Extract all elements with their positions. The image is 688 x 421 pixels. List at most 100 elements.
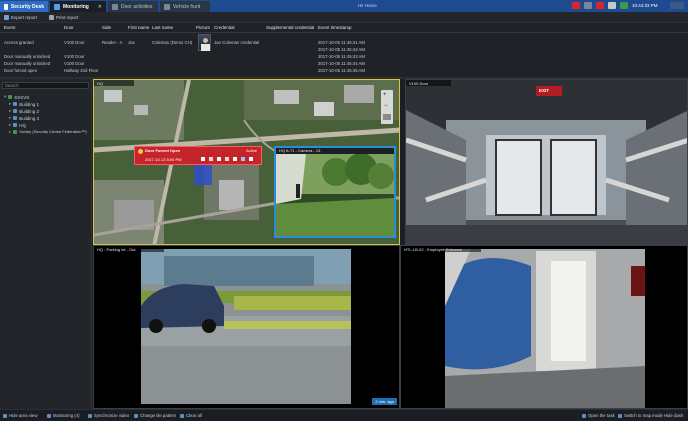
- building-icon: [13, 109, 18, 113]
- col-supplemental[interactable]: Supplemental credential: [266, 25, 314, 30]
- map-icon: [618, 413, 622, 418]
- col-picture[interactable]: Picture: [196, 25, 210, 30]
- title-bar: Security Desk Monitoring ✕ Door activiti…: [0, 0, 688, 12]
- col-credential[interactable]: Credential: [214, 25, 235, 30]
- map-zoom-controls[interactable]: + −: [381, 90, 393, 124]
- change-tile-pattern-button[interactable]: Change tile pattern: [134, 413, 176, 418]
- alarm-popup[interactable]: Door Forced Open Active 2017-10-13 5:00 …: [134, 146, 262, 165]
- monitoring-icon: [47, 413, 51, 418]
- federation-icon: [13, 129, 18, 134]
- inset-camera-feed: [276, 154, 394, 236]
- parking-camera-feed: [94, 246, 399, 408]
- health-icon[interactable]: [620, 2, 628, 9]
- snooze-icon[interactable]: [217, 157, 221, 161]
- forward-icon[interactable]: [209, 157, 213, 161]
- col-timestamp[interactable]: Event timestamp: [318, 25, 352, 30]
- hide-area-view-button[interactable]: Hide area view: [3, 413, 37, 418]
- area-view-panel: Search ▾ SSSVS ▸ Building 1 ▸ Building 2 ▸ B…: [0, 79, 92, 409]
- search-input[interactable]: Search: [2, 82, 89, 89]
- switch-map-mode-button[interactable]: Switch to map mode: [618, 413, 663, 418]
- alarm-icon: [138, 149, 143, 154]
- site-icon: [8, 95, 13, 99]
- security-desk-icon: [4, 3, 8, 10]
- acknowledge-icon[interactable]: [201, 157, 205, 161]
- synchronize-video-button[interactable]: Synchronize video: [88, 413, 129, 418]
- inset-video[interactable]: HQ A-T1 - Camera - 13: [274, 146, 396, 238]
- tree-item-root[interactable]: ▾ SSSVS: [4, 94, 29, 100]
- clock: 10:44:33 PM: [632, 3, 658, 8]
- tab-vehicle-hunt[interactable]: Vehicle hunt: [160, 1, 210, 12]
- table-row[interactable]: Door forced open Hallway 2nd Floor 2017-…: [0, 68, 400, 73]
- hide-dash-button[interactable]: Hide dash: [664, 413, 683, 418]
- tile-label: HQ: [94, 80, 134, 86]
- layers-icon[interactable]: [383, 114, 391, 120]
- monitoring-button[interactable]: Monitoring (4): [47, 413, 80, 418]
- more-icon[interactable]: [249, 157, 253, 161]
- user-icon[interactable]: [584, 2, 592, 9]
- col-door[interactable]: Door: [64, 25, 74, 30]
- panel-icon: [3, 413, 7, 418]
- grid-icon: [134, 413, 138, 418]
- task-icon: [582, 413, 586, 418]
- tree-item-hq[interactable]: ▸ HQ: [9, 122, 26, 128]
- tile-map[interactable]: HQ + − Door Forced Open Active 2017-10-1…: [93, 79, 400, 245]
- close-tab-icon[interactable]: ✕: [98, 4, 102, 10]
- alarm-state: Active: [246, 148, 257, 153]
- sync-icon: [88, 413, 92, 418]
- zoom-out-icon[interactable]: −: [384, 103, 388, 109]
- col-last-name[interactable]: Last name: [152, 25, 173, 30]
- playback-time-badge: 2 min. ago: [372, 398, 397, 405]
- table-row[interactable]: Door manually unlocked V100 Door 2017-10…: [0, 61, 400, 66]
- col-side[interactable]: Side: [102, 25, 111, 30]
- tile-entrance-camera[interactable]: HTL-LB-02 - Employee Entrance: [400, 245, 688, 409]
- open-task-button[interactable]: Open the task: [582, 413, 615, 418]
- alarm-date: 2017-10-13 5:00 PM: [145, 157, 182, 162]
- tab-security-desk[interactable]: Security Desk: [0, 1, 48, 12]
- tab-door-activities[interactable]: Door activities: [108, 1, 158, 12]
- window-controls[interactable]: [670, 2, 684, 9]
- exit-sign: EXIT: [539, 88, 550, 93]
- tab-monitoring[interactable]: Monitoring ✕: [50, 1, 106, 12]
- clear-icon: [180, 413, 184, 418]
- tile-label: HQ - Parking lot - Out: [94, 246, 164, 252]
- table-row[interactable]: Door manually unlocked V100 Door 2017-10…: [0, 54, 400, 59]
- table-row[interactable]: 2017-10-05 11:45:42 AM: [0, 47, 400, 52]
- tile-label: V100 Door: [406, 80, 451, 86]
- info-icon[interactable]: [241, 157, 245, 161]
- tree-item-building-2[interactable]: ▸ Building 2: [9, 108, 39, 114]
- print-report-button[interactable]: Print report: [49, 14, 78, 20]
- lock-icon[interactable]: [233, 157, 237, 161]
- status-bar: Hide area view Monitoring (4) Synchroniz…: [0, 409, 688, 421]
- entrance-camera-feed: [401, 246, 687, 408]
- door-camera-feed: [406, 80, 687, 244]
- alarm-title: Door Forced Open: [145, 148, 181, 153]
- building-icon: [13, 123, 18, 127]
- monitoring-icon: [54, 3, 60, 10]
- event-table: Event Door Side First name Last name Pic…: [0, 23, 688, 77]
- tile-label: HTL-LB-02 - Employee Entrance: [401, 246, 481, 252]
- door-icon: [112, 3, 118, 10]
- alarm-actions: [201, 157, 253, 161]
- notification-icon[interactable]: [572, 2, 580, 9]
- col-first-name[interactable]: First name: [128, 25, 149, 30]
- export-icon: [4, 14, 9, 20]
- report-toolbar: Export report Print report: [0, 12, 688, 23]
- tree-item-building-1[interactable]: ▸ Building 1: [9, 101, 39, 107]
- settings-icon[interactable]: [608, 2, 616, 9]
- clear-all-button[interactable]: Clear all: [180, 413, 202, 418]
- edit-icon[interactable]: [225, 157, 229, 161]
- print-icon: [49, 14, 55, 20]
- tile-parking-camera[interactable]: HQ - Parking lot - Out 2 min. ago: [93, 245, 400, 409]
- zoom-in-icon[interactable]: +: [383, 92, 387, 98]
- building-icon: [13, 102, 18, 106]
- tree-item-federation[interactable]: ▸ Yamby (Security Centre Federation™): [9, 129, 87, 134]
- app-home-text: Hi! Home: [358, 3, 377, 8]
- col-event[interactable]: Event: [4, 25, 16, 30]
- vehicle-icon: [164, 3, 170, 10]
- alarm-icon[interactable]: [596, 2, 604, 9]
- tree-item-building-3[interactable]: ▸ Building 3: [9, 115, 39, 121]
- header-divider: [0, 32, 688, 33]
- export-report-button[interactable]: Export report: [4, 14, 37, 20]
- building-icon: [13, 116, 18, 120]
- tile-door-camera[interactable]: EXIT V100 Door: [405, 79, 688, 245]
